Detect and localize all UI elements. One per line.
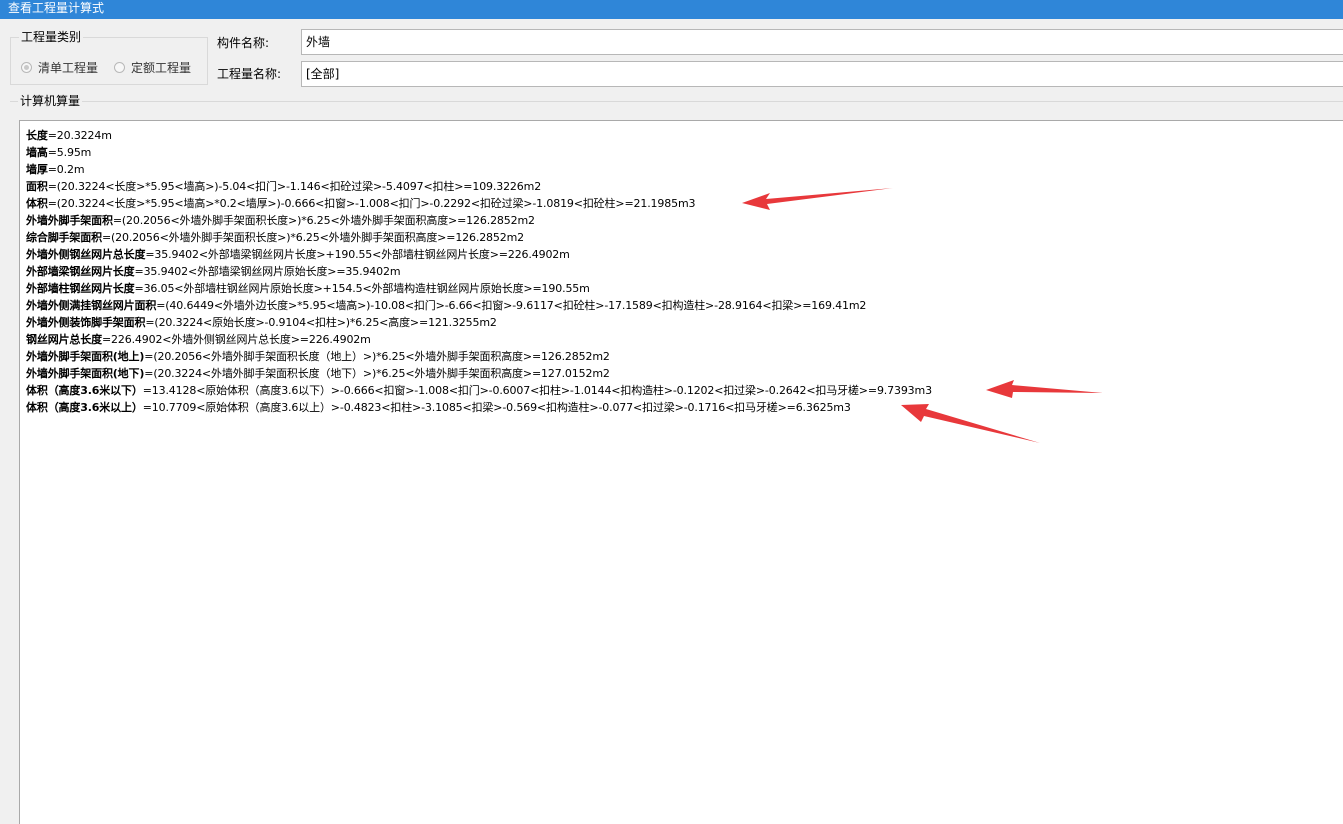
calc-line-expression: =20.3224m (47, 129, 112, 142)
quantity-name-field[interactable]: [全部] (301, 61, 1343, 87)
calc-line: 体积（高度3.6米以上）=10.7709<原始体积（高度3.6以上）>-0.48… (26, 399, 932, 416)
radio-label: 清单工程量 (38, 60, 99, 75)
calc-line: 体积=(20.3224<长度>*5.95<墙高>*0.2<墙厚>)-0.666<… (26, 195, 932, 212)
calc-line-name: 外墙外脚手架面积 (26, 214, 113, 227)
calc-line-expression: =226.4902<外墙外侧钢丝网片总长度>=226.4902m (101, 333, 371, 346)
calc-line-name: 外墙外侧满挂钢丝网片面积 (26, 299, 157, 312)
calc-line-name: 综合脚手架面积 (26, 231, 102, 244)
calc-line-expression: =13.4128<原始体积（高度3.6以下）>-0.666<扣窗>-1.008<… (142, 384, 932, 397)
calc-line-expression: =5.95m (47, 146, 92, 159)
radio-label: 定额工程量 (131, 60, 192, 75)
calc-line-name: 面积 (26, 180, 48, 193)
calc-line: 墙厚=0.2m (26, 161, 932, 178)
calc-line: 体积（高度3.6米以下）=13.4128<原始体积（高度3.6以下）>-0.66… (26, 382, 932, 399)
calc-line-expression: =(20.3224<长度>*5.95<墙高>)-5.04<扣门>-1.146<扣… (47, 180, 542, 193)
calc-line: 墙高=5.95m (26, 144, 932, 161)
calc-line-name: 外墙外脚手架面积(地上) (26, 350, 145, 363)
component-name-field[interactable]: 外墙 (301, 29, 1343, 55)
radio-quota-quantity[interactable]: 定额工程量 (114, 59, 191, 75)
calc-line-expression: =35.9402<外部墙梁钢丝网片长度>+190.55<外部墙柱钢丝网片长度>=… (145, 248, 570, 261)
calc-line-name: 外部墙柱钢丝网片长度 (26, 282, 135, 295)
quantity-name-label: 工程量名称: (217, 67, 282, 81)
section-label: 计算机算量 (18, 94, 83, 108)
calc-line-expression: =(40.6449<外墙外边长度>*5.95<墙高>)-10.08<扣门>-6.… (156, 299, 867, 312)
calc-line: 外部墙梁钢丝网片长度=35.9402<外部墙梁钢丝网片原始长度>=35.9402… (26, 263, 932, 280)
calc-line-name: 外墙外侧装饰脚手架面积 (26, 316, 146, 329)
radio-icon[interactable] (114, 61, 125, 73)
component-name-label: 构件名称: (217, 36, 270, 50)
calculation-text-area[interactable]: 长度=20.3224m 墙高=5.95m 墙厚=0.2m 面积=(20.3224<长度… (19, 120, 1343, 824)
calc-line-expression: =(20.2056<外墙外脚手架面积长度>)*6.25<外墙外脚手架面积高度>=… (112, 214, 535, 227)
calc-line: 外墙外脚手架面积(地上)=(20.2056<外墙外脚手架面积长度（地上）>)*6… (26, 348, 932, 365)
calc-line-name: 体积 (26, 197, 48, 210)
calculation-lines: 长度=20.3224m 墙高=5.95m 墙厚=0.2m 面积=(20.3224<长度… (26, 127, 932, 416)
calc-line: 外墙外脚手架面积(地下)=(20.3224<外墙外脚手架面积长度（地下）>)*6… (26, 365, 932, 382)
calc-line-name: 墙厚 (26, 163, 48, 176)
calc-line-expression: =35.9402<外部墙梁钢丝网片原始长度>=35.9402m (134, 265, 401, 278)
calc-line-name: 外部墙梁钢丝网片长度 (26, 265, 135, 278)
calc-line: 外墙外侧装饰脚手架面积=(20.3224<原始长度>-0.9104<扣柱>)*6… (26, 314, 932, 331)
radio-bill-quantity[interactable]: 清单工程量 (21, 59, 98, 75)
calc-line-name: 外墙外脚手架面积(地下) (26, 367, 145, 380)
calc-line: 外墙外脚手架面积=(20.2056<外墙外脚手架面积长度>)*6.25<外墙外脚… (26, 212, 932, 229)
calc-line-expression: =(20.2056<外墙外脚手架面积长度（地上）>)*6.25<外墙外脚手架面积… (144, 350, 610, 363)
calc-line-expression: =(20.2056<外墙外脚手架面积长度>)*6.25<外墙外脚手架面积高度>=… (101, 231, 525, 244)
calc-line-name: 墙高 (26, 146, 48, 159)
calc-line-expression: =10.7709<原始体积（高度3.6以上）>-0.4823<扣柱>-3.108… (142, 401, 851, 414)
calc-line-name: 外墙外侧钢丝网片总长度 (26, 248, 146, 261)
calc-line-name: 体积（高度3.6米以上） (26, 401, 143, 414)
calc-line-expression: =(20.3224<原始长度>-0.9104<扣柱>)*6.25<高度>=121… (145, 316, 497, 329)
calc-line-expression: =0.2m (47, 163, 85, 176)
calc-line-expression: =(20.3224<长度>*5.95<墙高>*0.2<墙厚>)-0.666<扣窗… (47, 197, 696, 210)
window-title: 查看工程量计算式 (0, 0, 1343, 19)
quantity-category-group: 工程量类别 清单工程量 定额工程量 (10, 30, 208, 85)
section-divider (10, 101, 1343, 102)
calc-line: 综合脚手架面积=(20.2056<外墙外脚手架面积长度>)*6.25<外墙外脚手… (26, 229, 932, 246)
calc-line: 长度=20.3224m (26, 127, 932, 144)
calc-line: 外墙外侧钢丝网片总长度=35.9402<外部墙梁钢丝网片长度>+190.55<外… (26, 246, 932, 263)
calc-line-name: 长度 (26, 129, 48, 142)
calc-line: 外部墙柱钢丝网片长度=36.05<外部墙柱钢丝网片原始长度>+154.5<外部墙… (26, 280, 932, 297)
calc-line-expression: =36.05<外部墙柱钢丝网片原始长度>+154.5<外部墙构造柱钢丝网片原始长… (134, 282, 590, 295)
group-legend: 工程量类别 (19, 30, 84, 44)
calc-line: 面积=(20.3224<长度>*5.95<墙高>)-5.04<扣门>-1.146… (26, 178, 932, 195)
calc-line-name: 钢丝网片总长度 (26, 333, 102, 346)
calc-line: 钢丝网片总长度=226.4902<外墙外侧钢丝网片总长度>=226.4902m (26, 331, 932, 348)
calc-line-expression: =(20.3224<外墙外脚手架面积长度（地下）>)*6.25<外墙外脚手架面积… (144, 367, 610, 380)
calc-line-name: 体积（高度3.6米以下） (26, 384, 143, 397)
calc-line: 外墙外侧满挂钢丝网片面积=(40.6449<外墙外边长度>*5.95<墙高>)-… (26, 297, 932, 314)
radio-icon-checked[interactable] (21, 61, 32, 73)
